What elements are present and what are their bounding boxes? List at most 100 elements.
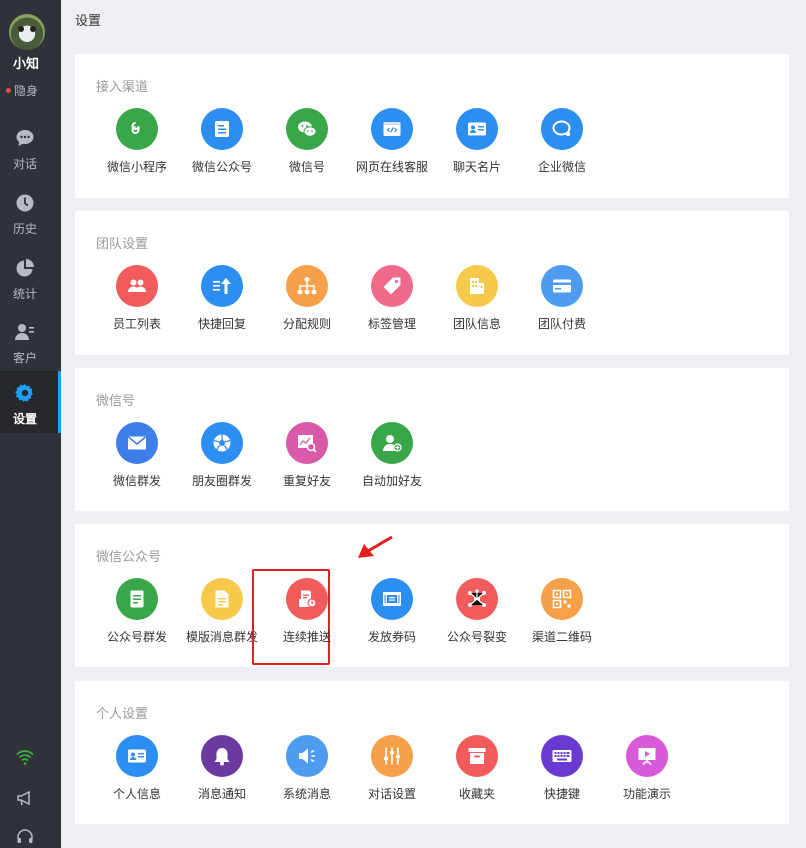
item-quick-reply[interactable]: 快捷回复 — [180, 263, 264, 335]
bell-icon — [201, 735, 243, 777]
item-label: 重复好友 — [282, 474, 331, 488]
item-channel-qrcode[interactable]: 渠道二维码 — [520, 576, 604, 648]
org-tree-icon — [286, 265, 328, 307]
keyboard-icon — [541, 735, 583, 777]
inbox-icon — [456, 735, 498, 777]
item-moments-broadcast[interactable]: 朋友圈群发 — [180, 420, 264, 492]
section-title: 微信公众号 — [96, 550, 162, 565]
item-label: 公众号群发 — [106, 630, 167, 644]
item-label: 团队信息 — [452, 317, 501, 331]
item-label: 发放券码 — [367, 630, 416, 644]
wifi-icon[interactable] — [16, 748, 34, 766]
nav-item-customers[interactable]: 客户 — [0, 314, 61, 376]
annotation-arrow-icon — [358, 535, 393, 558]
user-status[interactable]: 隐身 — [6, 82, 38, 99]
id-card-icon — [116, 735, 158, 777]
work-wechat-icon — [541, 108, 583, 150]
item-official-account[interactable]: 微信公众号 — [180, 106, 264, 178]
clock-icon — [15, 193, 35, 213]
qrcode-icon — [541, 578, 583, 620]
user-name: 小知 — [12, 57, 39, 72]
item-oa-broadcast[interactable]: 公众号群发 — [95, 576, 179, 648]
item-label: 标签管理 — [367, 317, 416, 331]
business-card-icon — [456, 108, 498, 150]
section-personal-settings: 个人设置 个人信息 消息通知 系统消息 对话设置 收藏夹 快捷键 功能演示 — [75, 681, 789, 824]
customer-icon — [15, 322, 35, 342]
chat-bubble-icon — [15, 128, 35, 148]
item-team-info[interactable]: 团队信息 — [435, 263, 519, 335]
section-title: 微信号 — [96, 394, 136, 409]
item-chat-settings[interactable]: 对话设置 — [350, 733, 434, 805]
item-oa-fission[interactable]: 公众号裂变 — [435, 576, 519, 648]
template-icon — [201, 578, 243, 620]
item-label: 功能演示 — [622, 787, 671, 801]
building-icon — [456, 265, 498, 307]
item-label: 对话设置 — [367, 787, 416, 801]
aperture-icon — [201, 422, 243, 464]
item-label: 微信号 — [288, 160, 325, 174]
nav-item-settings[interactable]: 设置 — [0, 371, 61, 433]
search-chart-icon — [286, 422, 328, 464]
add-friend-icon — [371, 422, 413, 464]
nav-label: 历史 — [12, 222, 37, 236]
item-staff-list[interactable]: 员工列表 — [95, 263, 179, 335]
item-label: 快捷回复 — [197, 317, 246, 331]
nav-item-chat[interactable]: 对话 — [0, 120, 61, 182]
item-assign-rules[interactable]: 分配规则 — [265, 263, 349, 335]
item-mini-program[interactable]: 微信小程序 — [95, 106, 179, 178]
item-notifications[interactable]: 消息通知 — [180, 733, 264, 805]
section-title: 个人设置 — [96, 707, 149, 722]
section-title: 团队设置 — [96, 237, 149, 252]
sliders-icon — [371, 735, 413, 777]
item-tag-manage[interactable]: 标签管理 — [350, 263, 434, 335]
gear-icon — [15, 383, 35, 403]
item-duplicate-friends[interactable]: 重复好友 — [265, 420, 349, 492]
item-personal-info[interactable]: 个人信息 — [95, 733, 179, 805]
item-continuous-push[interactable]: 连续推送 — [252, 569, 349, 665]
item-label: 个人信息 — [112, 787, 161, 801]
presentation-icon — [626, 735, 668, 777]
item-wechat-account[interactable]: 微信号 — [265, 106, 349, 178]
item-label: 微信群发 — [112, 474, 161, 488]
item-shortcuts[interactable]: 快捷键 — [520, 733, 604, 805]
nav-item-stats[interactable]: 统计 — [0, 250, 61, 312]
headset-icon[interactable] — [16, 828, 34, 846]
user-status-label: 隐身 — [14, 84, 39, 98]
item-label: 消息通知 — [197, 787, 246, 801]
avatar[interactable] — [9, 14, 45, 50]
item-team-payment[interactable]: 团队付费 — [520, 263, 604, 335]
megaphone-icon[interactable] — [16, 789, 34, 807]
item-label: 微信公众号 — [191, 160, 252, 174]
staff-icon — [116, 265, 158, 307]
item-label: 团队付费 — [537, 317, 586, 331]
item-feature-demo[interactable]: 功能演示 — [605, 733, 689, 805]
page-title: 设置 — [75, 14, 102, 29]
item-label: 员工列表 — [112, 317, 161, 331]
item-system-messages[interactable]: 系统消息 — [265, 733, 349, 805]
item-issue-coupon[interactable]: 发放券码 — [350, 576, 434, 648]
sidebar: 小知 隐身 对话 历史 统计 客户 设置 — [0, 0, 61, 848]
item-chat-card[interactable]: 聊天名片 — [435, 106, 519, 178]
nav-label: 客户 — [12, 351, 37, 365]
coupon-icon — [371, 578, 413, 620]
speaker-icon — [286, 735, 328, 777]
pie-chart-icon — [15, 258, 35, 278]
official-account-icon — [201, 108, 243, 150]
item-label: 聊天名片 — [452, 160, 501, 174]
item-favorites[interactable]: 收藏夹 — [435, 733, 519, 805]
item-web-service[interactable]: 网页在线客服 — [350, 106, 434, 178]
quick-reply-icon — [201, 265, 243, 307]
item-label: 自动加好友 — [361, 474, 422, 488]
item-label: 连续推送 — [282, 630, 331, 644]
wechat-icon — [286, 108, 328, 150]
section-wechat-account: 微信号 微信群发 朋友圈群发 重复好友 自动加好友 — [75, 368, 789, 511]
nav-item-history[interactable]: 历史 — [0, 185, 61, 247]
nav-label: 设置 — [12, 412, 37, 426]
section-team-settings: 团队设置 员工列表 快捷回复 分配规则 标签管理 团队信息 团队付费 — [75, 211, 789, 355]
item-label: 公众号裂变 — [446, 630, 507, 644]
item-label: 网页在线客服 — [355, 160, 428, 174]
item-wechat-broadcast[interactable]: 微信群发 — [95, 420, 179, 492]
item-work-wechat[interactable]: 企业微信 — [520, 106, 604, 178]
item-auto-add-friend[interactable]: 自动加好友 — [350, 420, 434, 492]
network-icon — [456, 578, 498, 620]
